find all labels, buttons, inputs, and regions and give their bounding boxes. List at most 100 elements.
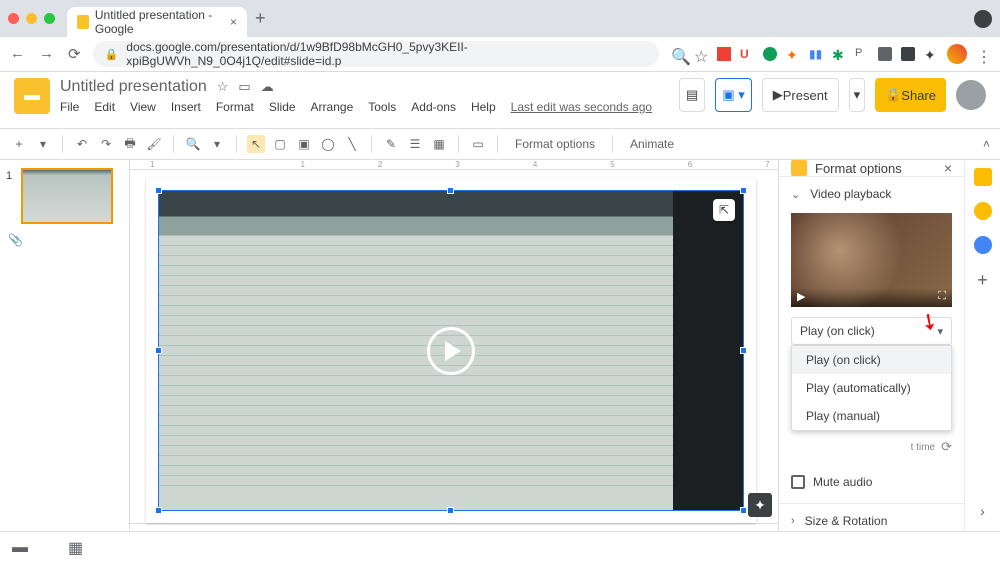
menu-view[interactable]: View	[130, 100, 156, 114]
menu-slide[interactable]: Slide	[269, 100, 296, 114]
meet-button[interactable]: ▣ ▾	[715, 78, 751, 112]
resize-handle[interactable]	[155, 347, 162, 354]
extension-icon[interactable]	[717, 47, 731, 61]
document-title[interactable]: Untitled presentation	[60, 78, 207, 96]
replace-image-button[interactable]: ▭	[469, 135, 487, 153]
present-dropdown[interactable]: ▾	[849, 78, 866, 112]
new-slide-button[interactable]: +	[10, 135, 28, 153]
close-window-icon[interactable]	[8, 13, 19, 24]
last-edit-link[interactable]: Last edit was seconds ago	[511, 100, 652, 114]
move-icon[interactable]: ▭	[238, 79, 250, 95]
extension-icon[interactable]: ✱	[832, 47, 846, 61]
back-button[interactable]: ←	[10, 45, 25, 63]
extensions-menu-icon[interactable]: ✦	[924, 47, 938, 61]
menu-addons[interactable]: Add-ons	[411, 100, 456, 114]
extension-icon[interactable]	[878, 47, 892, 61]
mute-audio-row[interactable]: Mute audio	[779, 461, 964, 503]
undo-button[interactable]: ↶	[73, 135, 91, 153]
comments-button[interactable]: ▤	[679, 78, 705, 112]
paint-format-button[interactable]: 🖌	[145, 135, 163, 153]
popout-icon[interactable]: ⇱	[713, 199, 735, 221]
keep-icon[interactable]	[974, 168, 992, 186]
dropdown-option[interactable]: Play (manual)	[792, 402, 951, 430]
redo-button[interactable]: ↷	[97, 135, 115, 153]
account-avatar[interactable]	[956, 80, 986, 110]
animate-button[interactable]: Animate	[623, 133, 681, 155]
menu-tools[interactable]: Tools	[368, 100, 396, 114]
present-button[interactable]: ▶ Present	[762, 78, 839, 112]
zoom-button[interactable]: 🔍	[184, 135, 202, 153]
forward-button[interactable]: →	[39, 45, 54, 63]
url-input[interactable]: 🔒 docs.google.com/presentation/d/1w9BfD9…	[93, 41, 659, 67]
menu-file[interactable]: File	[60, 100, 79, 114]
keep-icon[interactable]	[974, 202, 992, 220]
chrome-menu-icon[interactable]: ⋮	[976, 47, 990, 61]
hide-rail-icon[interactable]: ›	[974, 503, 992, 521]
fullscreen-icon[interactable]: ⛶	[938, 290, 946, 303]
line-tool[interactable]: ╲	[343, 135, 361, 153]
search-icon[interactable]: 🔍	[671, 47, 685, 61]
speaker-notes[interactable]: Click to add speaker notes	[130, 523, 778, 531]
image-tool[interactable]: ▣	[295, 135, 313, 153]
share-button[interactable]: 🔒 Share	[875, 78, 946, 112]
star-icon[interactable]: ☆	[217, 79, 229, 95]
mask-tool[interactable]: ☰	[406, 135, 424, 153]
minimize-window-icon[interactable]	[26, 13, 37, 24]
section-video-playback[interactable]: ⌄ Video playback	[779, 177, 964, 211]
resize-handle[interactable]	[740, 507, 747, 514]
refresh-icon[interactable]: ⟳	[941, 439, 952, 455]
mute-checkbox[interactable]	[791, 475, 805, 489]
menu-format[interactable]: Format	[216, 100, 254, 114]
extension-icon[interactable]: U	[740, 47, 754, 61]
close-tab-icon[interactable]: ×	[230, 15, 237, 29]
cloud-icon[interactable]: ☁	[261, 79, 274, 95]
tasks-icon[interactable]	[974, 236, 992, 254]
slide[interactable]: ⇱	[146, 178, 756, 523]
close-panel-icon[interactable]: ×	[944, 160, 952, 176]
resize-handle[interactable]	[447, 187, 454, 194]
resize-handle[interactable]	[155, 507, 162, 514]
play-icon[interactable]: ▶	[797, 290, 805, 303]
slide-thumbnail[interactable]	[21, 168, 113, 224]
add-addon-icon[interactable]: +	[974, 270, 992, 288]
extension-icon[interactable]	[763, 47, 777, 61]
format-options-button[interactable]: Format options	[508, 133, 602, 155]
menu-help[interactable]: Help	[471, 100, 496, 114]
dropdown-option[interactable]: Play (on click)	[792, 346, 951, 374]
resize-handle[interactable]	[740, 187, 747, 194]
slides-logo-icon[interactable]: ▬	[14, 78, 50, 114]
textbox-tool[interactable]: ▢	[271, 135, 289, 153]
profile-avatar-icon[interactable]	[947, 44, 967, 64]
extension-icon[interactable]	[901, 47, 915, 61]
extension-icon[interactable]: P	[855, 47, 869, 61]
video-selection[interactable]: ⇱	[158, 190, 744, 511]
extension-icon[interactable]: ▮▮	[809, 47, 823, 61]
browser-tab[interactable]: Untitled presentation - Google ×	[67, 7, 247, 37]
new-tab-button[interactable]: +	[255, 8, 266, 29]
zoom-dropdown[interactable]: ▾	[208, 135, 226, 153]
filmstrip-view-icon[interactable]: ▬	[12, 539, 28, 557]
resize-handle[interactable]	[740, 347, 747, 354]
explore-button[interactable]: ✦	[748, 493, 772, 517]
window-controls[interactable]	[8, 13, 55, 24]
reload-button[interactable]: ⟳	[68, 45, 81, 63]
grid-view-icon[interactable]: ▦	[68, 538, 83, 558]
print-button[interactable]: 🖶	[121, 135, 139, 153]
section-size-rotation[interactable]: › Size & Rotation	[779, 504, 964, 531]
profile-indicator-icon[interactable]	[974, 10, 992, 28]
crop-tool[interactable]: ✎	[382, 135, 400, 153]
reset-tool[interactable]: ▦	[430, 135, 448, 153]
menu-edit[interactable]: Edit	[94, 100, 115, 114]
maximize-window-icon[interactable]	[44, 13, 55, 24]
resize-handle[interactable]	[447, 507, 454, 514]
select-tool[interactable]: ↖	[247, 135, 265, 153]
star-icon[interactable]: ☆	[694, 47, 708, 61]
extension-icon[interactable]: ✦	[786, 47, 800, 61]
menu-insert[interactable]: Insert	[171, 100, 201, 114]
video-preview[interactable]: ▶ ⛶	[791, 213, 952, 307]
resize-handle[interactable]	[155, 187, 162, 194]
slide-canvas[interactable]: ⇱ ✦	[130, 170, 778, 523]
collapse-toolbar-icon[interactable]: ˄	[983, 137, 990, 151]
video-element[interactable]: ⇱	[159, 191, 743, 510]
dropdown-option[interactable]: Play (automatically)	[792, 374, 951, 402]
